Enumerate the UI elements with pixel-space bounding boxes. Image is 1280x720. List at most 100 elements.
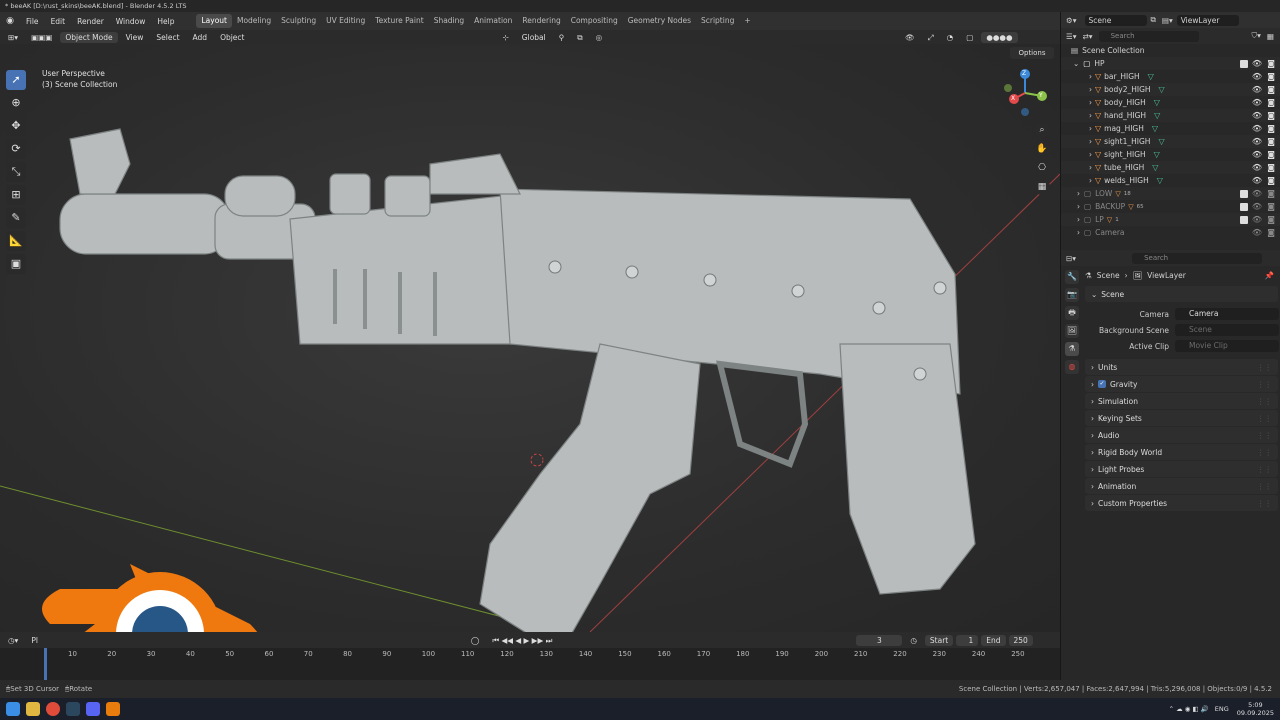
- exclude-checkbox[interactable]: [1240, 59, 1248, 68]
- eye-icon[interactable]: 👁: [1252, 176, 1262, 185]
- render-camera-icon[interactable]: ◙: [1267, 59, 1275, 68]
- scale-tool-icon[interactable]: ⤡: [6, 162, 26, 182]
- measure-tool-icon[interactable]: 📐: [6, 231, 26, 251]
- drag-handle-icon[interactable]: ⋮⋮: [1257, 414, 1272, 423]
- scene-tab-icon[interactable]: ⚗: [1065, 342, 1079, 356]
- tool-tab-icon[interactable]: 🔧: [1065, 270, 1079, 284]
- outliner-object-row[interactable]: › ▽ tube_HIGH ▽ 👁 ◙: [1061, 161, 1280, 174]
- menu-edit[interactable]: Edit: [45, 17, 72, 26]
- end-frame-field[interactable]: 250: [1008, 634, 1033, 646]
- tab-uv-editing[interactable]: UV Editing: [321, 14, 370, 28]
- outliner-editor-icon[interactable]: ☰▾: [1066, 32, 1077, 41]
- outliner-object-row[interactable]: › ▽ hand_HIGH ▽ 👁 ◙: [1061, 109, 1280, 122]
- outliner-collection-row[interactable]: › ▢ BACKUP ▽ 65 👁 ◙: [1061, 200, 1280, 213]
- render-camera-icon[interactable]: ◙: [1267, 228, 1275, 237]
- exclude-checkbox[interactable]: [1240, 189, 1248, 198]
- render-tab-icon[interactable]: 📷: [1065, 288, 1079, 302]
- render-camera-icon[interactable]: ◙: [1267, 215, 1275, 224]
- snap-icon[interactable]: ⧉: [572, 32, 587, 43]
- outliner-collection-hp[interactable]: ⌄ ▢ HP 👁 ◙: [1061, 57, 1280, 70]
- tab-shading[interactable]: Shading: [429, 14, 469, 28]
- outliner-object-row[interactable]: › ▽ body2_HIGH ▽ 👁 ◙: [1061, 83, 1280, 96]
- properties-search-input[interactable]: Search: [1132, 252, 1263, 264]
- shading-solid-icon[interactable]: ●●●●: [981, 31, 1018, 43]
- filter-icon[interactable]: ⛉▾: [1252, 31, 1261, 41]
- panel-units[interactable]: › Units ⋮⋮: [1085, 359, 1278, 375]
- playhead[interactable]: [44, 648, 47, 680]
- render-camera-icon[interactable]: ◙: [1267, 98, 1275, 107]
- tray-icons[interactable]: ⌃ ☁ ◉ ◧ 🔊: [1169, 705, 1209, 713]
- windows-start-icon[interactable]: [6, 702, 20, 716]
- active-clip-field[interactable]: Movie Clip: [1175, 340, 1279, 352]
- outliner-search-input[interactable]: Search: [1098, 30, 1199, 42]
- outliner-collection-row[interactable]: › ▢ LOW ▽ 18 👁 ◙: [1061, 187, 1280, 200]
- tab-layout[interactable]: Layout: [196, 14, 232, 28]
- background-scene-field[interactable]: Scene: [1175, 324, 1279, 336]
- start-frame-field[interactable]: 1: [956, 634, 979, 646]
- playback-menu[interactable]: Pl: [26, 635, 43, 646]
- menu-help[interactable]: Help: [151, 17, 180, 26]
- expand-icon[interactable]: ›: [1089, 176, 1092, 185]
- eye-icon[interactable]: 👁: [1252, 228, 1262, 237]
- clock-icon[interactable]: ◷: [905, 635, 922, 646]
- tab-sculpting[interactable]: Sculpting: [276, 14, 321, 28]
- scene-field[interactable]: Scene: [1084, 14, 1147, 26]
- output-tab-icon[interactable]: 🖶: [1065, 306, 1079, 320]
- blender-logo-icon[interactable]: ◉: [0, 16, 20, 26]
- display-mode-icon[interactable]: ⇄▾: [1083, 32, 1093, 41]
- panel-light-probes[interactable]: › Light Probes ⋮⋮: [1085, 461, 1278, 477]
- eye-icon[interactable]: 👁: [1252, 59, 1262, 68]
- panel-custom-properties[interactable]: › Custom Properties ⋮⋮: [1085, 495, 1278, 511]
- object-mode-dropdown[interactable]: Object Mode: [60, 31, 118, 43]
- render-camera-icon[interactable]: ◙: [1267, 137, 1275, 146]
- chrome-icon[interactable]: [46, 702, 60, 716]
- drag-handle-icon[interactable]: ⋮⋮: [1257, 363, 1272, 372]
- eye-icon[interactable]: 👁: [1252, 137, 1262, 146]
- new-collection-icon[interactable]: ▦: [1267, 32, 1274, 41]
- outliner-object-row[interactable]: › ▽ sight_HIGH ▽ 👁 ◙: [1061, 148, 1280, 161]
- drag-handle-icon[interactable]: ⋮⋮: [1257, 482, 1272, 491]
- playback-controls-icon[interactable]: ⏮ ◀◀ ◀ ▶ ▶▶ ⏭: [487, 635, 557, 646]
- transform-tool-icon[interactable]: ⊞: [6, 185, 26, 205]
- 3d-viewport[interactable]: [0, 44, 1060, 632]
- current-frame-field[interactable]: 3: [856, 634, 903, 646]
- render-camera-icon[interactable]: ◙: [1267, 85, 1275, 94]
- orientation-icon[interactable]: ⊹: [498, 32, 514, 43]
- visibility-icon[interactable]: 👁: [900, 32, 920, 43]
- view-layer-icon[interactable]: ▤▾: [1162, 16, 1173, 25]
- panel-audio[interactable]: › Audio ⋮⋮: [1085, 427, 1278, 443]
- move-tool-icon[interactable]: ✥: [6, 116, 26, 136]
- menu-window[interactable]: Window: [110, 17, 152, 26]
- new-scene-icon[interactable]: ⧉: [1151, 15, 1156, 25]
- zoom-icon[interactable]: ⌕: [1034, 122, 1050, 138]
- render-camera-icon[interactable]: ◙: [1267, 72, 1275, 81]
- expand-icon[interactable]: ›: [1077, 189, 1080, 198]
- camera-view-icon[interactable]: ⎔: [1034, 160, 1050, 176]
- expand-icon[interactable]: ›: [1089, 72, 1092, 81]
- outliner-root[interactable]: ▤ Scene Collection: [1061, 44, 1280, 57]
- select-tool-icon[interactable]: ➚: [6, 70, 26, 90]
- expand-icon[interactable]: ›: [1077, 202, 1080, 211]
- add-workspace-icon[interactable]: +: [739, 14, 755, 28]
- gravity-checkbox[interactable]: ✓: [1098, 380, 1106, 388]
- view-menu[interactable]: View: [121, 32, 149, 43]
- outliner-object-row[interactable]: › ▽ sight1_HIGH ▽ 👁 ◙: [1061, 135, 1280, 148]
- exclude-checkbox[interactable]: [1240, 215, 1248, 224]
- annotate-tool-icon[interactable]: ✎: [6, 208, 26, 228]
- discord-icon[interactable]: [86, 702, 100, 716]
- timeline-editor-icon[interactable]: ◷▾: [3, 635, 23, 646]
- menu-render[interactable]: Render: [71, 17, 110, 26]
- expand-icon[interactable]: ›: [1089, 98, 1092, 107]
- eye-icon[interactable]: 👁: [1252, 98, 1262, 107]
- expand-icon[interactable]: ›: [1077, 215, 1080, 224]
- tab-animation[interactable]: Animation: [469, 14, 517, 28]
- grid-view-icon[interactable]: ▦: [1034, 179, 1050, 195]
- eye-icon[interactable]: 👁: [1252, 163, 1262, 172]
- eye-icon[interactable]: 👁: [1252, 85, 1262, 94]
- render-camera-icon[interactable]: ◙: [1267, 163, 1275, 172]
- render-camera-icon[interactable]: ◙: [1267, 124, 1275, 133]
- expand-icon[interactable]: ›: [1077, 228, 1080, 237]
- tab-compositing[interactable]: Compositing: [566, 14, 623, 28]
- keyframe-icon[interactable]: ◯: [466, 635, 484, 646]
- outliner-object-row[interactable]: › ▽ mag_HIGH ▽ 👁 ◙: [1061, 122, 1280, 135]
